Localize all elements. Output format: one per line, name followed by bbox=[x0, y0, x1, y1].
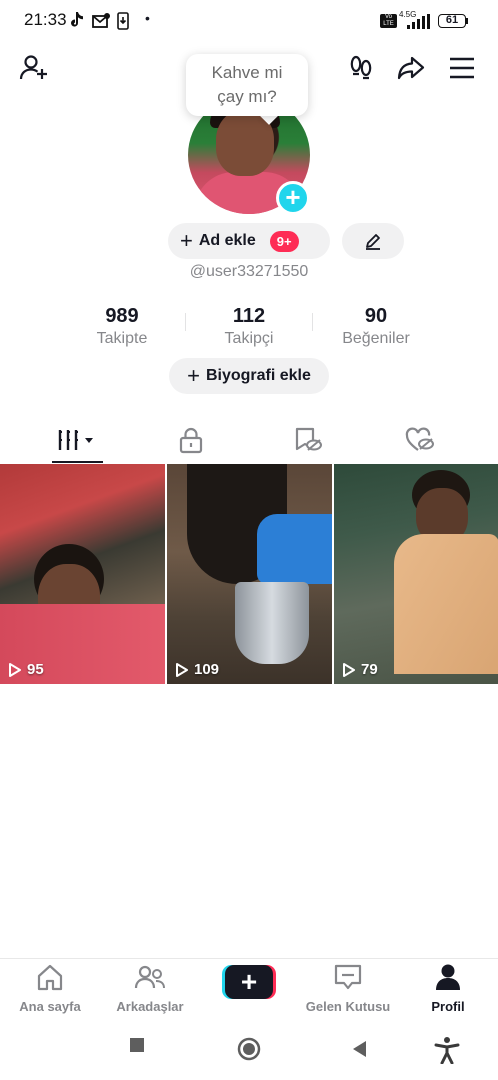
recent-apps-icon[interactable] bbox=[128, 1036, 146, 1054]
stat-likes-value: 90 bbox=[364, 305, 388, 327]
lock-icon bbox=[179, 427, 203, 454]
stat-following[interactable]: 989 Takipte bbox=[62, 305, 182, 348]
thumb-photo-shirt bbox=[394, 534, 498, 674]
view-count: 109 bbox=[175, 661, 219, 678]
stat-followers-label: Takipçi bbox=[224, 330, 274, 347]
back-triangle-icon[interactable] bbox=[350, 1039, 368, 1059]
tab-private[interactable] bbox=[129, 420, 253, 460]
view-count-value: 79 bbox=[361, 661, 378, 678]
profile-icon bbox=[436, 964, 460, 990]
create-plus-icon: + bbox=[225, 965, 273, 999]
nav-inbox-label: Gelen Kutusu bbox=[305, 999, 391, 1014]
status-more-dot: • bbox=[145, 10, 150, 26]
stat-followers[interactable]: 112 Takipçi bbox=[189, 305, 309, 348]
pencil-icon bbox=[366, 234, 380, 250]
volte-badge: Vo LTE bbox=[380, 14, 397, 28]
tiktok-notification-icon bbox=[71, 12, 83, 27]
footprints-button[interactable] bbox=[345, 52, 377, 84]
username: @user33271550 bbox=[189, 263, 309, 280]
add-person-icon bbox=[19, 55, 47, 80]
video-thumbnail[interactable]: 95 bbox=[0, 464, 165, 684]
liked-hidden-icon bbox=[405, 427, 434, 451]
add-name-button[interactable]: + Ad ekle 9+ bbox=[168, 223, 330, 259]
tab-videos[interactable] bbox=[16, 420, 140, 460]
bubble-line-2: çay mı? bbox=[217, 87, 277, 106]
plus-icon: + bbox=[180, 228, 193, 253]
download-notification-icon bbox=[117, 12, 129, 30]
share-arrow-icon bbox=[397, 56, 425, 80]
video-thumbnail[interactable]: 79 bbox=[334, 464, 498, 684]
view-count-value: 109 bbox=[194, 661, 220, 678]
stat-following-value: 989 bbox=[105, 305, 139, 327]
bookmark-hidden-icon bbox=[295, 427, 322, 451]
add-friend-button[interactable] bbox=[18, 52, 50, 84]
change-avatar-button[interactable]: + bbox=[276, 181, 310, 215]
nav-home-label: Ana sayfa bbox=[19, 999, 81, 1014]
nav-profile[interactable]: Profil bbox=[400, 962, 496, 1018]
notification-badge: 9+ bbox=[269, 230, 299, 252]
nav-profile-label: Profil bbox=[431, 999, 465, 1014]
create-button[interactable]: + bbox=[222, 965, 276, 999]
bottom-nav-border bbox=[0, 958, 498, 959]
stat-likes-label: Beğeniler bbox=[342, 330, 410, 347]
stat-followers-value: 112 bbox=[232, 305, 266, 327]
footprints-icon bbox=[350, 55, 372, 80]
play-icon bbox=[9, 662, 21, 677]
hamburger-menu-icon bbox=[450, 57, 474, 79]
home-circle-icon[interactable] bbox=[237, 1037, 261, 1061]
nav-home[interactable]: Ana sayfa bbox=[2, 962, 98, 1018]
friends-icon bbox=[134, 965, 165, 989]
videos-grid-icon bbox=[58, 430, 93, 450]
inbox-icon bbox=[334, 964, 362, 990]
home-icon bbox=[37, 964, 63, 991]
bubble-line-1: Kahve mi bbox=[211, 63, 283, 82]
stat-divider bbox=[185, 313, 186, 331]
nav-friends-label: Arkadaşlar bbox=[116, 999, 184, 1014]
battery-icon: 61 bbox=[438, 14, 466, 28]
view-count: 95 bbox=[8, 661, 44, 678]
video-thumbnail[interactable]: 109 bbox=[167, 464, 332, 684]
tab-favorites[interactable] bbox=[246, 420, 370, 460]
status-time: 21:33 bbox=[24, 10, 67, 29]
accessibility-icon[interactable] bbox=[434, 1036, 460, 1064]
edit-profile-button[interactable] bbox=[342, 223, 404, 259]
play-icon bbox=[343, 662, 355, 677]
active-tab-indicator bbox=[52, 461, 103, 463]
stat-following-label: Takipte bbox=[96, 330, 148, 347]
nav-inbox[interactable]: Gelen Kutusu bbox=[300, 962, 396, 1018]
menu-button[interactable] bbox=[446, 52, 478, 84]
add-bio-label: Biyografi ekle bbox=[205, 367, 311, 384]
stat-likes[interactable]: 90 Beğeniler bbox=[316, 305, 436, 348]
add-bio-button[interactable]: + Biyografi ekle bbox=[169, 358, 329, 394]
battery-level: 61 bbox=[445, 14, 459, 26]
thumb-photo-bucket bbox=[235, 582, 309, 664]
battery-tip bbox=[466, 18, 468, 24]
mail-notification-icon bbox=[92, 13, 110, 28]
tab-liked[interactable] bbox=[358, 420, 482, 460]
thumb-photo-sleeve bbox=[257, 514, 332, 584]
view-count: 79 bbox=[342, 661, 378, 678]
add-name-label: Ad ekle bbox=[198, 232, 256, 249]
stat-divider bbox=[312, 313, 313, 331]
signal-icon bbox=[407, 14, 430, 29]
nav-friends[interactable]: Arkadaşlar bbox=[102, 962, 198, 1018]
prompt-bubble[interactable]: Kahve mi çay mı? bbox=[186, 54, 308, 116]
view-count-value: 95 bbox=[27, 661, 44, 678]
share-profile-button[interactable] bbox=[395, 52, 427, 84]
plus-icon: + bbox=[187, 363, 200, 388]
play-icon bbox=[176, 662, 188, 677]
